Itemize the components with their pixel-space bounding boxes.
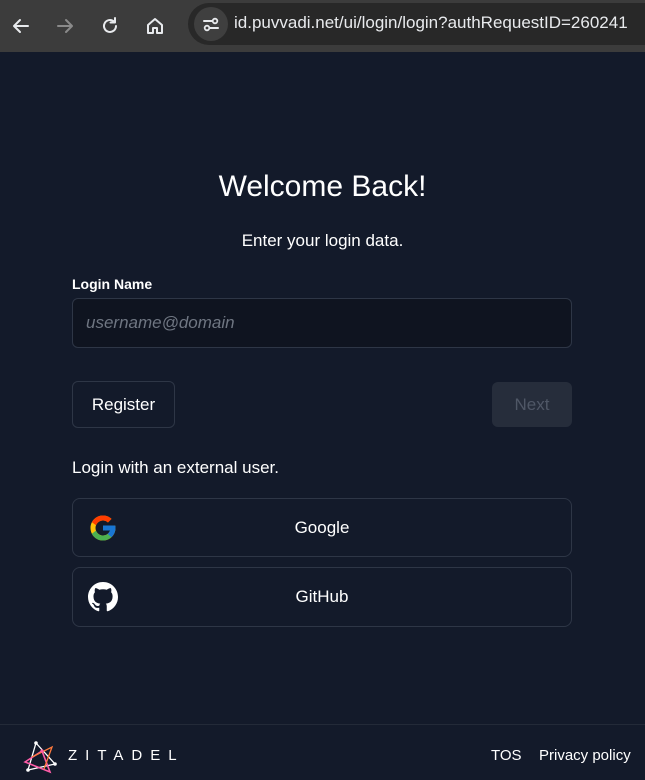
login-name-input[interactable] bbox=[72, 298, 572, 348]
page-subtitle: Enter your login data. bbox=[241, 231, 404, 250]
forward-button[interactable] bbox=[47, 8, 83, 44]
back-button[interactable] bbox=[3, 8, 39, 44]
login-name-label: Login Name bbox=[72, 276, 153, 292]
back-icon bbox=[13, 19, 29, 33]
google-login-button[interactable]: Google bbox=[72, 498, 572, 557]
google-icon bbox=[88, 513, 118, 543]
url-text[interactable]: id.puvvadi.net/ui/login/login?authReques… bbox=[234, 13, 628, 33]
footer: ZITADEL TOS Privacy policy bbox=[0, 724, 645, 780]
register-button[interactable]: Register bbox=[72, 381, 175, 428]
home-icon bbox=[147, 18, 163, 34]
browser-toolbar: id.puvvadi.net/ui/login/login?authReques… bbox=[0, 0, 645, 52]
reload-button[interactable] bbox=[92, 8, 128, 44]
reload-icon bbox=[103, 17, 117, 33]
next-button[interactable]: Next bbox=[492, 382, 572, 427]
github-login-button[interactable]: GitHub bbox=[72, 567, 572, 627]
google-login-label: Google bbox=[294, 517, 350, 537]
external-login-label: Login with an external user. bbox=[72, 458, 279, 477]
github-login-label: GitHub bbox=[295, 587, 349, 606]
home-button[interactable] bbox=[137, 8, 173, 44]
address-bar[interactable]: id.puvvadi.net/ui/login/login?authReques… bbox=[188, 3, 645, 45]
site-info-icon bbox=[203, 17, 219, 32]
github-icon bbox=[88, 582, 118, 612]
site-info-button[interactable] bbox=[194, 7, 228, 41]
privacy-policy-link[interactable]: Privacy policy bbox=[539, 747, 631, 764]
forward-icon bbox=[57, 19, 73, 33]
zitadel-wordmark: ZITADEL bbox=[68, 747, 185, 764]
tos-link[interactable]: TOS bbox=[491, 747, 522, 764]
zitadel-logo-icon bbox=[22, 737, 60, 775]
page-title: Welcome Back! bbox=[218, 170, 427, 203]
